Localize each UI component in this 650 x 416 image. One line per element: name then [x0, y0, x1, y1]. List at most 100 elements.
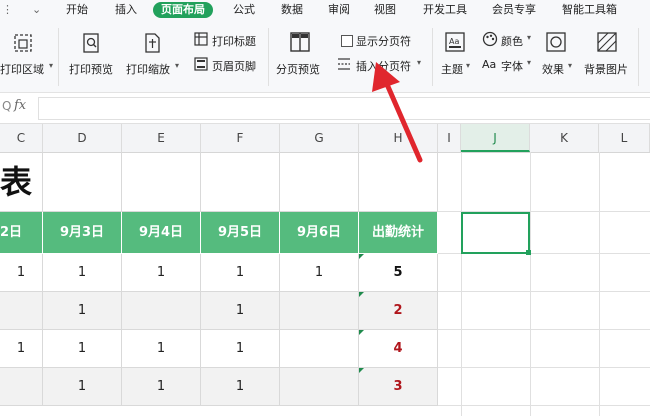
- tab-view[interactable]: 视图: [374, 2, 396, 18]
- chevron-down-icon[interactable]: ▾: [527, 33, 531, 42]
- fill-handle[interactable]: [526, 250, 531, 255]
- header-cell-date-3[interactable]: 9月3日: [43, 212, 122, 254]
- attendance-count: 2: [393, 303, 403, 318]
- empty-grid[interactable]: [438, 152, 650, 416]
- formula-input[interactable]: [38, 97, 650, 120]
- print-preview-label[interactable]: 打印预览: [69, 61, 113, 77]
- cell[interactable]: [122, 152, 201, 212]
- header-cell-date-5[interactable]: 9月5日: [201, 212, 280, 254]
- chevron-down-icon[interactable]: ▾: [568, 61, 572, 70]
- zoom-icon[interactable]: Q: [2, 99, 11, 113]
- column-header-f[interactable]: F: [201, 124, 280, 152]
- show-page-breaks-label[interactable]: 显示分页符: [356, 33, 411, 49]
- print-preview-icon[interactable]: [80, 32, 102, 54]
- chevron-down-icon[interactable]: ⌄: [32, 2, 41, 18]
- fonts-label[interactable]: 字体: [501, 58, 523, 74]
- column-header-i[interactable]: I: [438, 124, 461, 152]
- header-cell-date-4[interactable]: 9月4日: [122, 212, 201, 254]
- effects-icon[interactable]: [545, 31, 567, 53]
- tab-developer[interactable]: 开发工具: [423, 2, 467, 18]
- column-header-l[interactable]: L: [599, 124, 650, 152]
- divider: [58, 28, 59, 86]
- tab-review[interactable]: 审阅: [328, 2, 350, 18]
- table-cell[interactable]: 4: [359, 330, 438, 368]
- theme-label[interactable]: 主题: [441, 61, 463, 77]
- tab-formulas[interactable]: 公式: [233, 2, 255, 18]
- more-menu-icon[interactable]: ⋮: [2, 2, 13, 18]
- table-cell[interactable]: 1: [280, 254, 359, 292]
- print-area-icon[interactable]: [12, 32, 34, 54]
- effects-label[interactable]: 效果: [542, 61, 564, 77]
- page-break-preview-icon[interactable]: [288, 30, 312, 54]
- column-header-g[interactable]: G: [280, 124, 359, 152]
- print-titles-icon[interactable]: [194, 32, 208, 46]
- tab-data[interactable]: 数据: [281, 2, 303, 18]
- tab-home[interactable]: 开始: [66, 2, 88, 18]
- attendance-count: 5: [393, 265, 403, 280]
- column-header-j[interactable]: J: [461, 124, 530, 152]
- table-cell[interactable]: 1: [201, 368, 280, 406]
- divider: [638, 28, 639, 86]
- table-cell[interactable]: [280, 368, 359, 406]
- show-page-breaks-checkbox[interactable]: [341, 35, 353, 47]
- fonts-aa-icon[interactable]: Aa: [482, 58, 496, 71]
- table-cell[interactable]: 1: [0, 254, 43, 292]
- table-cell[interactable]: 1: [43, 292, 122, 330]
- background-image-label[interactable]: 背景图片: [584, 61, 628, 77]
- table-cell[interactable]: 1: [122, 368, 201, 406]
- attendance-count: 3: [393, 379, 403, 394]
- tab-smart-toolbox[interactable]: 智能工具箱: [562, 2, 617, 18]
- table-cell[interactable]: [122, 292, 201, 330]
- table-cell[interactable]: [0, 368, 43, 406]
- table-cell[interactable]: [280, 292, 359, 330]
- header-cell-attendance-total[interactable]: 出勤统计: [359, 212, 438, 254]
- column-header-d[interactable]: D: [43, 124, 122, 152]
- header-footer-label[interactable]: 页眉页脚: [212, 58, 256, 74]
- chevron-down-icon[interactable]: ▾: [49, 61, 53, 70]
- chevron-down-icon[interactable]: ▾: [527, 58, 531, 67]
- tab-member[interactable]: 会员专享: [492, 2, 536, 18]
- cell[interactable]: [201, 152, 280, 212]
- chevron-down-icon[interactable]: ▾: [466, 61, 470, 70]
- theme-icon[interactable]: Aa: [444, 31, 466, 53]
- cell[interactable]: [43, 152, 122, 212]
- header-cell-date-6[interactable]: 9月6日: [280, 212, 359, 254]
- table-cell[interactable]: 1: [43, 368, 122, 406]
- title-cell[interactable]: 表: [0, 152, 43, 212]
- column-header-c[interactable]: C: [0, 124, 43, 152]
- table-cell[interactable]: 1: [122, 254, 201, 292]
- chevron-down-icon[interactable]: ▾: [175, 61, 179, 70]
- print-scale-label[interactable]: 打印缩放: [126, 61, 170, 77]
- cell[interactable]: [280, 152, 359, 212]
- header-cell-date-2[interactable]: 2日: [0, 212, 43, 254]
- table-cell[interactable]: [280, 330, 359, 368]
- table-cell[interactable]: 1: [201, 330, 280, 368]
- header-footer-icon[interactable]: [194, 57, 208, 71]
- table-cell[interactable]: 1: [43, 254, 122, 292]
- table-cell[interactable]: [0, 292, 43, 330]
- table-cell[interactable]: 1: [122, 330, 201, 368]
- background-image-icon[interactable]: [596, 31, 618, 53]
- print-titles-label[interactable]: 打印标题: [212, 33, 256, 49]
- table-cell[interactable]: 1: [43, 330, 122, 368]
- colors-label[interactable]: 颜色: [501, 33, 523, 49]
- table-cell[interactable]: 5: [359, 254, 438, 292]
- print-area-label[interactable]: 打印区域: [0, 61, 44, 77]
- print-scale-icon[interactable]: [141, 32, 163, 54]
- column-header-k[interactable]: K: [530, 124, 599, 152]
- tab-insert[interactable]: 插入: [115, 2, 137, 18]
- table-cell[interactable]: 3: [359, 368, 438, 406]
- active-cell[interactable]: [461, 212, 530, 254]
- palette-icon[interactable]: [482, 31, 498, 47]
- table-cell[interactable]: 1: [201, 254, 280, 292]
- table-cell[interactable]: 2: [359, 292, 438, 330]
- function-icon[interactable]: fx: [14, 98, 26, 113]
- divider: [268, 28, 269, 86]
- table-cell[interactable]: 1: [201, 292, 280, 330]
- column-header-e[interactable]: E: [122, 124, 201, 152]
- tab-page-layout[interactable]: 页面布局: [153, 2, 213, 18]
- page-break-preview-label[interactable]: 分页预览: [276, 61, 320, 77]
- table-cell[interactable]: 1: [0, 330, 43, 368]
- insert-page-break-icon[interactable]: [336, 56, 352, 72]
- menu-bar: ⋮ ⌄ 开始 插入 页面布局 公式 数据 审阅 视图 开发工具 会员专享 智能工…: [0, 0, 650, 20]
